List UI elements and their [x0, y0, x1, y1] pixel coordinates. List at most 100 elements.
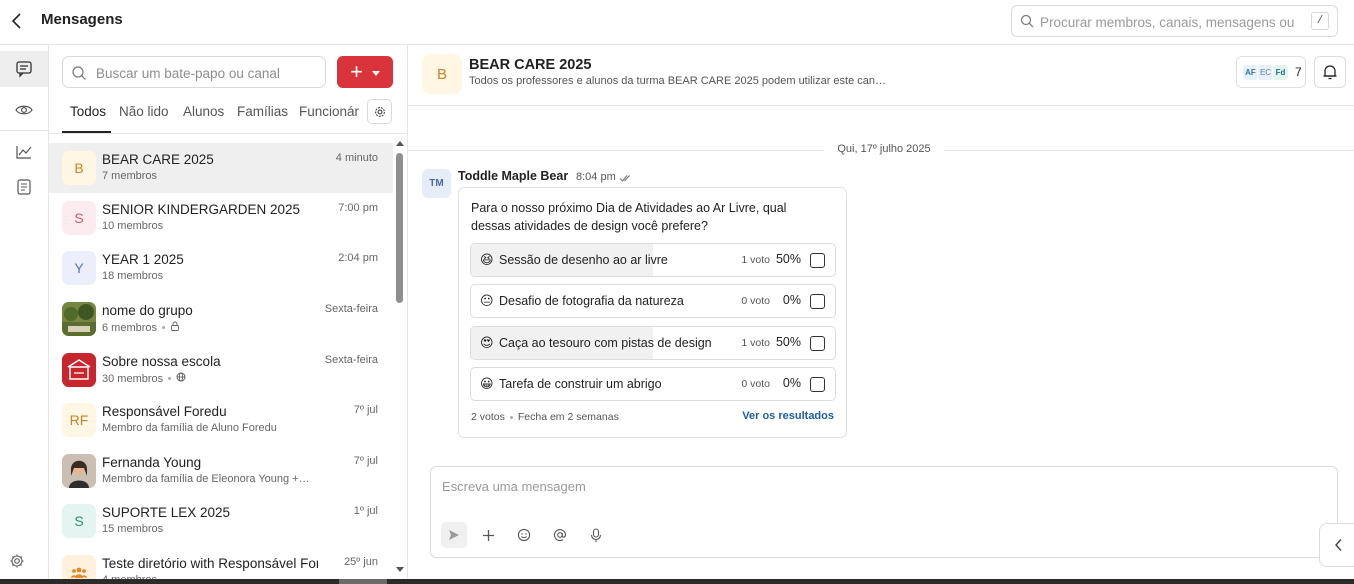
filter-settings-gear-icon[interactable]: [367, 99, 392, 124]
scroll-thumb[interactable]: [396, 153, 403, 303]
channel-title[interactable]: BEAR CARE 2025: [469, 57, 592, 73]
poll-option-checkbox[interactable]: [810, 294, 825, 309]
chat-relation: Membro da família de Aluno Foredu: [102, 422, 277, 434]
separator-dot: [168, 377, 172, 380]
back-arrow-icon[interactable]: [10, 12, 26, 30]
sender-avatar[interactable]: TM: [422, 169, 451, 198]
chat-time: Sexta-feira: [324, 354, 378, 366]
chat-subtitle: 10 membros: [102, 220, 163, 232]
chat-item-responsavel-foredu[interactable]: RF Responsável Foredu Membro da família …: [49, 395, 393, 445]
poll-option-label: Desafio de fotografia da natureza: [499, 294, 684, 308]
group-photo-avatar: [62, 302, 96, 336]
search-icon: [1020, 14, 1034, 31]
poll-option-votes: 0 voto: [741, 378, 770, 390]
poll-option-checkbox[interactable]: [810, 377, 825, 392]
notification-bell-icon[interactable]: [1314, 56, 1346, 88]
tab-students[interactable]: Alunos: [183, 104, 224, 119]
chat-name: Sobre nossa escola: [102, 354, 221, 369]
chat-list-panel: + Todos Não lido Alunos Famílias Funcion…: [49, 45, 408, 584]
chat-item-suporte-lex[interactable]: S SUPORTE LEX 2025 15 membros 1º jul: [49, 496, 393, 546]
mention-icon[interactable]: [547, 522, 573, 548]
tab-staff[interactable]: Funcionár: [299, 104, 359, 119]
eye-nav-icon[interactable]: [0, 92, 48, 128]
bottom-edge-band: [0, 579, 1354, 584]
chat-time: 7º jul: [353, 404, 378, 416]
chat-time: 25º jun: [344, 556, 378, 568]
poll-total-votes: 2 votos: [471, 411, 505, 423]
chat-item-nome-do-grupo[interactable]: nome do grupo 6 membros Sexta-feira: [49, 294, 393, 344]
poll-option-percent: 50%: [775, 335, 801, 349]
analytics-nav-icon[interactable]: [0, 134, 48, 170]
list-nav-icon[interactable]: [0, 169, 48, 205]
member-count: 7: [1295, 65, 1302, 79]
poll-option-votes: 1 voto: [741, 337, 770, 349]
chat-subtitle: 30 membros: [102, 372, 186, 385]
chat-subtitle: 6 membros: [102, 321, 180, 334]
chat-avatar: S: [62, 201, 96, 235]
settings-gear-icon[interactable]: [0, 548, 34, 574]
global-search-box[interactable]: /: [1011, 5, 1338, 37]
scroll-up-arrow-icon[interactable]: [396, 141, 404, 146]
tab-all[interactable]: Todos: [70, 104, 106, 119]
rail-divider: [0, 130, 48, 131]
poll-option-checkbox[interactable]: [810, 336, 825, 351]
chat-name: Responsável Foredu: [102, 404, 227, 419]
lock-icon: [170, 321, 180, 334]
chat-item-fernanda-young[interactable]: Fernanda Young Membro da família de Eleo…: [49, 446, 393, 496]
search-icon: [71, 65, 87, 84]
sender-name[interactable]: Toddle Maple Bear: [458, 169, 568, 183]
chat-item-bear-care-2025[interactable]: B BEAR CARE 2025 7 membros 4 minuto: [49, 143, 393, 193]
microphone-icon[interactable]: [583, 522, 609, 548]
members-button[interactable]: AF EC Fd 7: [1236, 56, 1306, 88]
poll-option[interactable]: 😆 Sessão de desenho ao ar livre 1 voto 5…: [470, 243, 836, 277]
chat-time: 4 minuto: [335, 152, 378, 164]
poll-option[interactable]: 😍 Caça ao tesouro com pistas de design 1…: [470, 326, 836, 360]
chat-member-count: 6 membros: [102, 321, 158, 334]
tab-unread[interactable]: Não lido: [119, 104, 169, 119]
bottom-band-highlight: [339, 579, 387, 584]
conversation-header: B BEAR CARE 2025 Todos os professores e …: [408, 45, 1354, 106]
divider-line: [944, 150, 1354, 151]
chat-member-count: 10 membros: [102, 220, 164, 232]
send-icon[interactable]: [441, 522, 467, 548]
heart-eyes-emoji-icon: 😍: [480, 335, 494, 350]
poll-card: Para o nosso próximo Dia de Atividades a…: [458, 187, 847, 438]
poll-option[interactable]: 😐 Desafio de fotografia da natureza 0 vo…: [470, 284, 836, 318]
message-input[interactable]: [442, 479, 1322, 501]
user-photo-avatar: [62, 454, 96, 488]
chat-search-box[interactable]: [62, 56, 326, 88]
chat-member-count: 18 membros: [102, 270, 164, 282]
chat-name: SUPORTE LEX 2025: [102, 505, 231, 520]
poll-close-time: Fecha em 2 semanas: [517, 411, 619, 423]
plus-icon[interactable]: [475, 522, 501, 548]
chevron-left-icon[interactable]: [1319, 523, 1354, 567]
chat-name: nome do grupo: [102, 303, 193, 318]
chat-avatar: B: [62, 151, 96, 185]
new-chat-button[interactable]: +: [337, 56, 393, 88]
chat-item-sobre-nossa-escola[interactable]: Sobre nossa escola 30 membros Sexta-feir…: [49, 345, 393, 395]
poll-option-checkbox[interactable]: [810, 253, 825, 268]
chat-list-scrollbar[interactable]: [393, 137, 407, 577]
chat-list: B BEAR CARE 2025 7 membros 4 minuto S SE…: [49, 143, 393, 584]
poll-option[interactable]: 😀 Tarefa de construir um abrigo 0 voto 0…: [470, 367, 836, 401]
neutral-emoji-icon: 😐: [480, 293, 494, 308]
messages-nav-icon[interactable]: [0, 51, 48, 87]
chat-item-senior-kindergarden[interactable]: S SENIOR KINDERGARDEN 2025 10 membros 7:…: [49, 193, 393, 243]
laughing-emoji-icon: 😆: [480, 252, 494, 267]
emoji-icon[interactable]: [511, 522, 537, 548]
chat-item-year-1[interactable]: Y YEAR 1 2025 18 membros 2:04 pm: [49, 243, 393, 293]
tab-families[interactable]: Famílias: [237, 104, 288, 119]
chat-name: Fernanda Young: [102, 455, 202, 470]
poll-option-label: Sessão de desenho ao ar livre: [499, 253, 668, 267]
chat-search-input[interactable]: [96, 63, 318, 83]
chat-name: BEAR CARE 2025: [102, 152, 214, 167]
chat-name: YEAR 1 2025: [102, 252, 184, 267]
chat-time: 7:00 pm: [338, 202, 378, 214]
global-search-input[interactable]: [1040, 12, 1296, 32]
chat-name: Teste diretório with Responsável Fored…: [102, 556, 318, 571]
member-avatar: Fd: [1272, 63, 1289, 81]
scroll-down-arrow-icon[interactable]: [396, 567, 404, 572]
channel-description: Todos os professores e alunos da turma B…: [469, 75, 886, 87]
poll-footer: 2 votos Fecha em 2 semanas: [471, 411, 619, 423]
view-results-link[interactable]: Ver os resultados: [742, 410, 834, 422]
